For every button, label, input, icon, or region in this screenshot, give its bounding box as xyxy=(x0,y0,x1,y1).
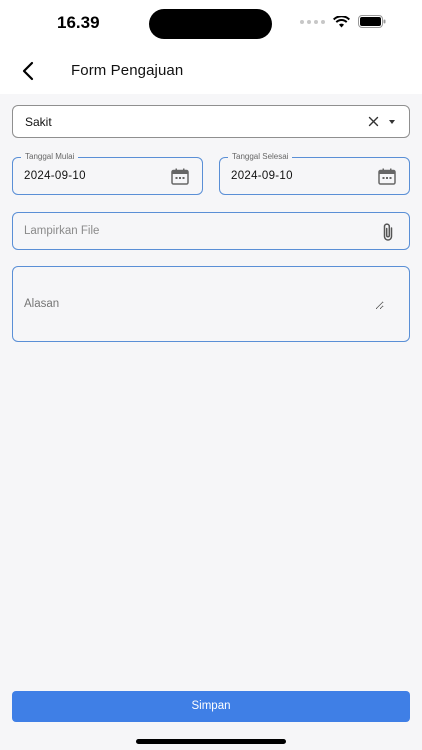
app-header: Form Pengajuan xyxy=(0,48,422,94)
attach-file-placeholder: Lampirkan File xyxy=(24,225,100,237)
battery-icon xyxy=(358,15,386,28)
status-icons xyxy=(300,15,386,28)
reason-input[interactable] xyxy=(24,298,384,310)
dynamic-island xyxy=(149,9,272,39)
start-date-field[interactable]: Tanggal Mulai 2024-09-10 xyxy=(12,152,203,195)
cellular-signal-icon xyxy=(300,19,325,24)
end-date-field[interactable]: Tanggal Selesai 2024-09-10 xyxy=(219,152,410,195)
leave-type-select[interactable]: Sakit xyxy=(12,105,410,138)
status-time: 16.39 xyxy=(57,13,100,32)
back-button[interactable] xyxy=(16,58,42,84)
attach-file-field[interactable]: Lampirkan File xyxy=(12,212,410,250)
home-indicator xyxy=(136,739,286,744)
calendar-icon[interactable] xyxy=(378,168,396,185)
caret-down-icon[interactable] xyxy=(389,120,395,124)
status-bar: 16.39 xyxy=(0,0,422,48)
start-date-label: Tanggal Mulai xyxy=(21,152,79,162)
paperclip-icon[interactable] xyxy=(381,222,395,242)
chevron-left-icon xyxy=(22,61,34,81)
submit-button[interactable]: Simpan xyxy=(12,691,410,722)
page-title: Form Pengajuan xyxy=(71,62,184,79)
end-date-value: 2024-09-10 xyxy=(231,170,293,182)
wifi-icon xyxy=(333,15,350,27)
start-date-value: 2024-09-10 xyxy=(24,170,86,182)
calendar-icon[interactable] xyxy=(171,168,189,185)
reason-field[interactable] xyxy=(12,266,410,342)
close-icon[interactable] xyxy=(368,116,379,127)
end-date-label: Tanggal Selesai xyxy=(228,152,293,162)
leave-type-value: Sakit xyxy=(25,115,52,129)
